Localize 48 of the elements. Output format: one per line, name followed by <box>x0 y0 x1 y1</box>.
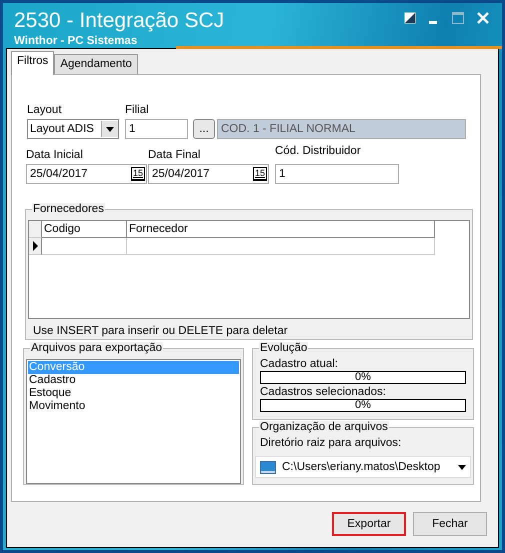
theme-icon[interactable] <box>404 12 416 24</box>
hint-text: Use INSERT para inserir ou DELETE para deletar <box>32 324 289 337</box>
tab[interactable]: Filtros <box>11 51 54 75</box>
group-title: Evolução <box>259 342 308 355</box>
progress-label: Cadastro atual: <box>260 358 339 371</box>
list-item[interactable]: Cadastro <box>28 374 239 387</box>
dropdown-arrow-icon <box>106 126 114 132</box>
calendar-button[interactable]: 15 <box>252 167 267 181</box>
filial-field[interactable]: 1 <box>125 119 188 139</box>
dropdown-arrow-icon <box>458 464 466 470</box>
distributor-code-field[interactable]: 1 <box>275 164 399 184</box>
progress-reading: 0% <box>354 400 372 411</box>
field-label: Diretório raiz para arquivos: <box>259 436 402 451</box>
progress-reading: 0% <box>354 372 372 383</box>
table-cell[interactable] <box>42 238 127 255</box>
directory-dropdown[interactable]: C:\Users\eriany.matos\Desktop <box>255 456 471 478</box>
list-item[interactable]: Estoque <box>28 387 239 400</box>
column-header[interactable]: Fornecedor <box>127 221 435 238</box>
window-subtitle: Winthor - PC Sistemas <box>14 34 138 48</box>
field-label: Layout <box>27 104 63 118</box>
directory-value: C:\Users\eriany.matos\Desktop <box>282 461 442 473</box>
lookup-button[interactable]: ... <box>193 119 215 139</box>
table-cell[interactable] <box>127 238 435 255</box>
layout-dropdown[interactable]: Layout ADIS <box>27 119 119 139</box>
export-files-list[interactable]: Conversão Cadastro Estoque Movimento <box>26 359 241 484</box>
progress-label: Cadastros selecionados: <box>260 386 387 399</box>
monitor-icon <box>260 460 276 474</box>
column-header[interactable]: Codigo <box>42 221 127 238</box>
field-label: Filial <box>125 104 150 118</box>
filial-description-field: COD. 1 - FILIAL NORMAL <box>217 119 466 139</box>
row-pointer-icon <box>32 241 38 251</box>
close-icon[interactable] <box>477 12 489 24</box>
dialog-button[interactable]: Fechar <box>413 512 487 536</box>
calendar-button[interactable]: 15 <box>130 167 145 181</box>
suppliers-grid[interactable]: Codigo Fornecedor <box>28 220 470 319</box>
date-field[interactable]: 25/04/2017 15 <box>148 164 269 184</box>
field-label: Data Final <box>148 149 202 163</box>
tab[interactable]: Agendamento <box>54 54 138 74</box>
field-label: Cód. Distribuidor <box>275 145 362 159</box>
row-header-cell <box>29 221 42 238</box>
field-label: Data Inicial <box>26 149 84 163</box>
group-title: Arquivos para exportação <box>30 342 164 355</box>
maximize-icon <box>452 12 464 24</box>
group-title: Organização de arquivos <box>259 421 389 434</box>
list-item[interactable]: Movimento <box>28 400 239 413</box>
window-title: 2530 - Integração SCJ <box>14 8 224 34</box>
date-field[interactable]: 25/04/2017 15 <box>26 164 147 184</box>
dialog-button[interactable]: Exportar <box>332 512 406 536</box>
